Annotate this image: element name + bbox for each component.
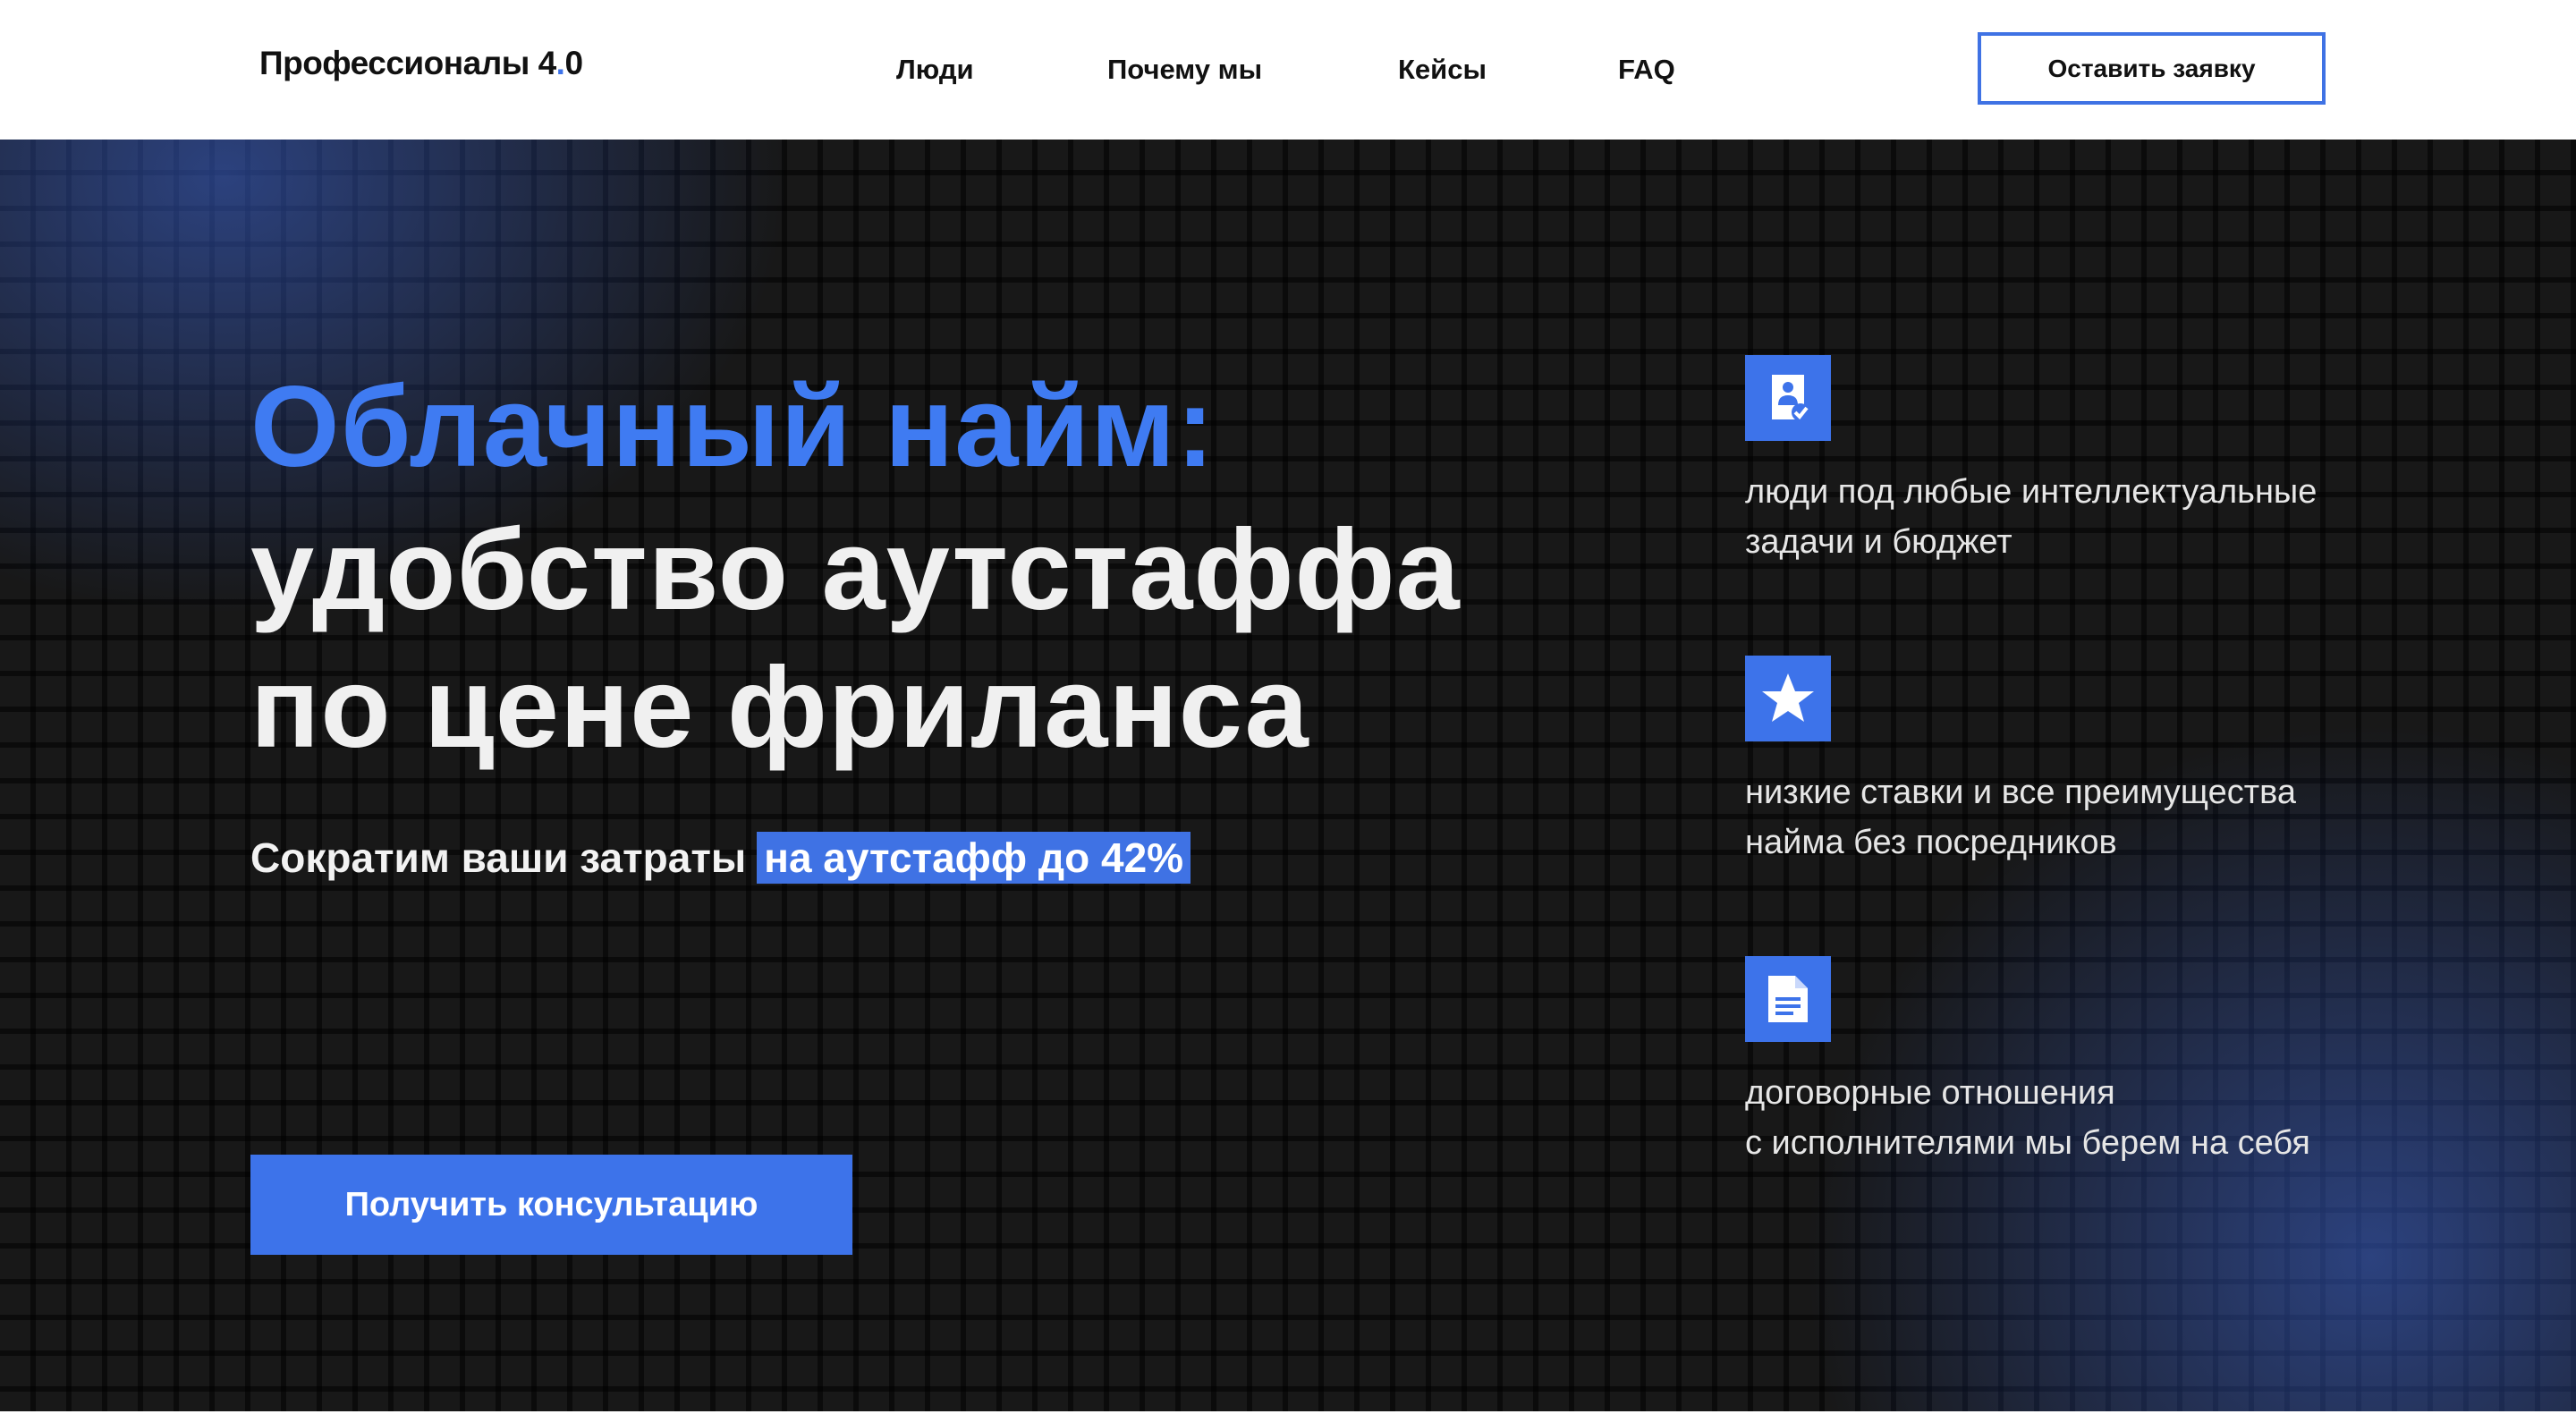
nav-item-people[interactable]: Люди — [896, 54, 974, 86]
get-consultation-button[interactable]: Получить консультацию — [250, 1155, 852, 1255]
feature-2-line-1: низкие ставки и все преимущества — [1745, 774, 2297, 811]
site-header: Профессионалы 4.0 Люди Почему мы Кейсы F… — [0, 0, 2576, 140]
feature-text-1: люди под любые интеллектуальные задачи и… — [1745, 467, 2317, 567]
feature-3-line-2: с исполнителями мы берем на себя — [1745, 1124, 2310, 1162]
nav-item-cases[interactable]: Кейсы — [1398, 54, 1487, 86]
feature-2-line-2: найма без посредников — [1745, 824, 2117, 861]
logo-dot: . — [555, 45, 565, 81]
document-svg — [1768, 976, 1808, 1022]
person-check-icon — [1745, 355, 1831, 441]
feature-1-line-1: люди под любые интеллектуальные — [1745, 473, 2318, 511]
logo[interactable]: Профессионалы 4.0 — [259, 45, 583, 82]
hero-subtitle: Сократим ваши затраты на аутстафф до 42% — [250, 828, 1191, 887]
hero-subtitle-text: Сократим ваши затраты — [250, 834, 747, 881]
hero-subtitle-highlight: на аутстафф до 42% — [757, 832, 1191, 884]
feature-text-3: договорные отношения с исполнителями мы … — [1745, 1068, 2310, 1168]
hero-title-line-2: удобство аутстаффа — [250, 506, 1461, 634]
document-icon — [1745, 956, 1831, 1042]
nav-item-why-us[interactable]: Почему мы — [1107, 54, 1262, 86]
logo-suffix: 0 — [564, 45, 583, 81]
leave-request-button[interactable]: Оставить заявку — [1978, 32, 2326, 105]
logo-text: Профессионалы 4 — [259, 45, 556, 81]
hero-title-line-3: по цене фриланса — [250, 644, 1309, 772]
feature-1-line-2: задачи и бюджет — [1745, 523, 2012, 561]
hero-section: Облачный найм: удобство аутстаффа по цен… — [0, 140, 2576, 1411]
feature-text-2: низкие ставки и все преимущества найма б… — [1745, 767, 2296, 868]
hero-title-accent: Облачный найм: — [250, 363, 1216, 491]
feature-3-line-1: договорные отношения — [1745, 1074, 2115, 1112]
nav-item-faq[interactable]: FAQ — [1618, 54, 1675, 86]
person-check-svg — [1772, 375, 1809, 421]
star-svg — [1762, 673, 1814, 722]
star-icon — [1745, 656, 1831, 741]
